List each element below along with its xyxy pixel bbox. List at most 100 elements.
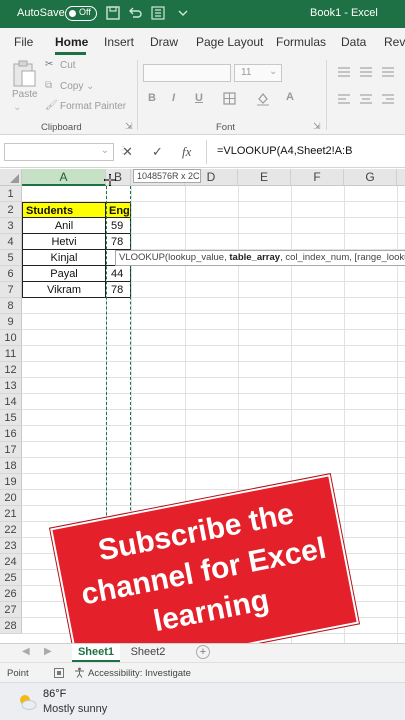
row-header[interactable]: 17 bbox=[0, 442, 22, 458]
add-sheet-icon[interactable]: + bbox=[196, 645, 210, 659]
row-header[interactable]: 20 bbox=[0, 490, 22, 506]
formula-input[interactable]: =VLOOKUP(A4,Sheet2!A:B bbox=[206, 140, 405, 164]
name-box[interactable]: ⌄ bbox=[4, 143, 114, 161]
tab-review[interactable]: Revi bbox=[384, 35, 405, 49]
insert-function-icon[interactable]: fx bbox=[182, 144, 191, 160]
row-gridline bbox=[22, 377, 405, 378]
row-header[interactable]: 8 bbox=[0, 298, 22, 314]
autosave-toggle[interactable]: Off bbox=[65, 6, 97, 21]
macro-record-icon[interactable] bbox=[54, 668, 64, 678]
bold-button[interactable]: B bbox=[148, 92, 156, 104]
column-header-f[interactable]: F bbox=[291, 169, 344, 186]
accessibility-status[interactable]: Accessibility: Investigate bbox=[88, 668, 191, 679]
font-launcher-icon[interactable]: ⇲ bbox=[313, 121, 321, 132]
row-header[interactable]: 21 bbox=[0, 506, 22, 522]
weather-condition[interactable]: Mostly sunny bbox=[43, 703, 107, 715]
row-header[interactable]: 28 bbox=[0, 618, 22, 634]
row-header[interactable]: 19 bbox=[0, 474, 22, 490]
format-painter-icon: 🖌 bbox=[45, 100, 58, 111]
tab-formulas[interactable]: Formulas bbox=[276, 35, 326, 49]
format-painter-button[interactable]: Format Painter bbox=[60, 101, 126, 112]
row-header[interactable]: 9 bbox=[0, 314, 22, 330]
column-header-g[interactable]: G bbox=[344, 169, 397, 186]
clipboard-launcher-icon[interactable]: ⇲ bbox=[125, 121, 133, 132]
column-header-e[interactable]: E bbox=[238, 169, 291, 186]
function-tooltip-suffix[interactable]: , col_index_num, [range_lookup]) bbox=[280, 252, 405, 263]
chevron-down-icon: ⌄ bbox=[269, 66, 278, 77]
cell-a7[interactable]: Vikram bbox=[22, 282, 106, 298]
weather-temperature[interactable]: 86°F bbox=[43, 688, 66, 700]
row-gridline bbox=[22, 489, 405, 490]
separator bbox=[137, 60, 138, 130]
copy-button[interactable]: Copy bbox=[60, 81, 83, 92]
undo-icon[interactable] bbox=[128, 6, 142, 20]
copy-dropdown-icon[interactable]: ⌄ bbox=[86, 81, 94, 92]
row-header[interactable]: 27 bbox=[0, 602, 22, 618]
fill-color-icon[interactable] bbox=[256, 91, 270, 106]
row-header[interactable]: 4 bbox=[0, 234, 22, 250]
column-header-h[interactable] bbox=[397, 169, 405, 186]
row-header[interactable]: 22 bbox=[0, 522, 22, 538]
enter-icon[interactable]: ✓ bbox=[152, 144, 163, 160]
paste-dropdown-icon[interactable]: ⌄ bbox=[13, 102, 21, 113]
font-name-dropdown[interactable] bbox=[143, 64, 231, 82]
cancel-icon[interactable]: ✕ bbox=[122, 144, 133, 160]
row-gridline bbox=[22, 473, 405, 474]
row-header[interactable]: 1 bbox=[0, 186, 22, 202]
save-icon[interactable] bbox=[106, 6, 120, 20]
cell-a2[interactable]: Students Name bbox=[22, 202, 106, 233]
sheet-tab-bar: ◀ ▶ Sheet1 Sheet2 + bbox=[0, 643, 405, 662]
font-size-dropdown[interactable]: 11 ⌄ bbox=[234, 64, 282, 82]
tab-file[interactable]: File bbox=[14, 35, 33, 49]
row-gridline bbox=[22, 393, 405, 394]
row-header[interactable]: 24 bbox=[0, 554, 22, 570]
function-tooltip-current-arg[interactable]: table_array bbox=[229, 252, 280, 263]
tab-home[interactable]: Home bbox=[55, 35, 88, 49]
cell-a6[interactable]: Payal bbox=[22, 266, 106, 282]
cell-a5[interactable]: Kinjal bbox=[22, 250, 106, 266]
italic-button[interactable]: I bbox=[172, 92, 175, 104]
column-header-a[interactable]: A bbox=[22, 169, 106, 186]
row-header[interactable]: 23 bbox=[0, 538, 22, 554]
font-color-icon[interactable]: A bbox=[286, 91, 294, 103]
row-header[interactable]: 7 bbox=[0, 282, 22, 298]
customize-toolbar-icon[interactable] bbox=[176, 6, 190, 20]
row-header[interactable]: 3 bbox=[0, 218, 22, 234]
paste-icon[interactable] bbox=[11, 60, 37, 88]
cell-a3[interactable]: Anil bbox=[22, 218, 106, 234]
row-header[interactable]: 2 bbox=[0, 202, 22, 218]
row-header[interactable]: 15 bbox=[0, 410, 22, 426]
tab-draw[interactable]: Draw bbox=[150, 35, 178, 49]
alignment-icons[interactable] bbox=[336, 65, 404, 113]
row-header[interactable]: 26 bbox=[0, 586, 22, 602]
row-header[interactable]: 18 bbox=[0, 458, 22, 474]
status-bar: Point Accessibility: Investigate bbox=[0, 662, 405, 682]
select-all-button[interactable] bbox=[0, 169, 22, 186]
scroll-left-icon[interactable]: ◀ bbox=[22, 646, 30, 657]
row-header[interactable]: 14 bbox=[0, 394, 22, 410]
row-header[interactable]: 5 bbox=[0, 250, 22, 266]
document-title: Book1 - Excel bbox=[310, 7, 378, 19]
ribbon-tabs: File Home Insert Draw Page Layout Formul… bbox=[0, 28, 405, 55]
tab-data[interactable]: Data bbox=[341, 35, 366, 49]
row-header[interactable]: 13 bbox=[0, 378, 22, 394]
cell-a4[interactable]: Hetvi bbox=[22, 234, 106, 250]
tab-insert[interactable]: Insert bbox=[104, 35, 134, 49]
sheet-tab-sheet2[interactable]: Sheet2 bbox=[124, 644, 172, 662]
cut-button[interactable]: Cut bbox=[60, 60, 76, 71]
underline-button[interactable]: U bbox=[195, 92, 203, 104]
row-header[interactable]: 6 bbox=[0, 266, 22, 282]
row-header[interactable]: 12 bbox=[0, 362, 22, 378]
function-tooltip-prefix[interactable]: VLOOKUP(lookup_value, bbox=[119, 252, 229, 263]
row-header[interactable]: 16 bbox=[0, 426, 22, 442]
row-header[interactable]: 10 bbox=[0, 330, 22, 346]
row-header[interactable]: 25 bbox=[0, 570, 22, 586]
tab-page-layout[interactable]: Page Layout bbox=[196, 35, 263, 49]
paste-label[interactable]: Paste bbox=[12, 89, 38, 100]
sheet-tab-sheet1[interactable]: Sheet1 bbox=[72, 644, 120, 662]
sort-icon[interactable] bbox=[151, 6, 165, 20]
scroll-right-icon[interactable]: ▶ bbox=[44, 646, 52, 657]
accessibility-icon[interactable] bbox=[74, 667, 85, 678]
row-header[interactable]: 11 bbox=[0, 346, 22, 362]
borders-icon[interactable] bbox=[223, 92, 236, 105]
